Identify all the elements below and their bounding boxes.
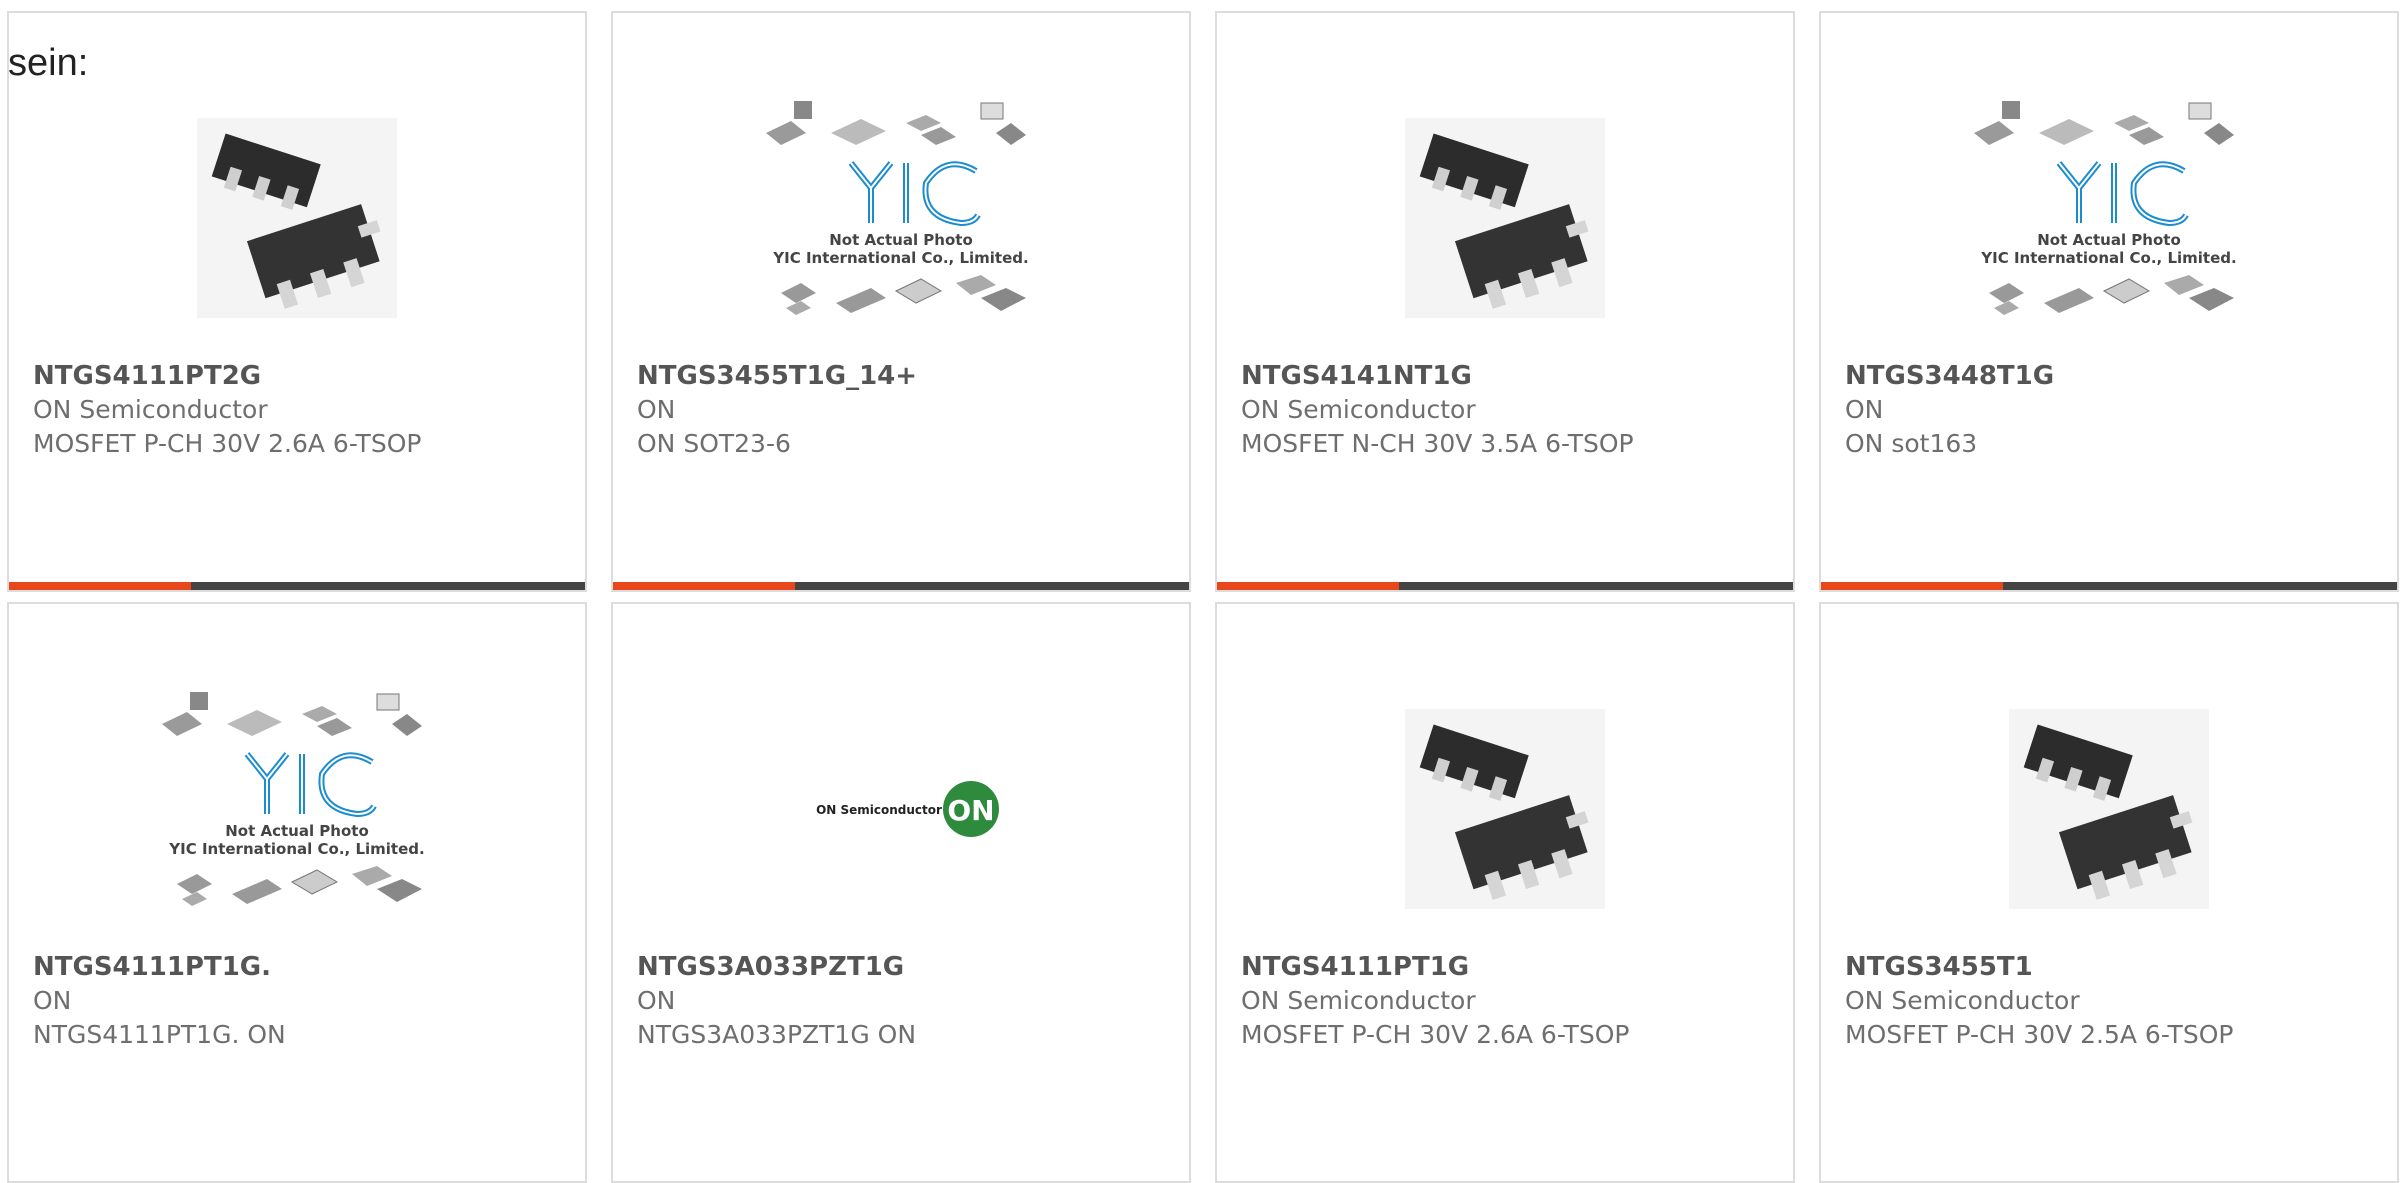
svg-text:Not Actual Photo: Not Actual Photo bbox=[829, 231, 973, 249]
product-image[interactable]: Not Actual Photo YIC International Co., … bbox=[613, 83, 1189, 353]
card-bar bbox=[1821, 582, 2397, 590]
chip-photo-icon bbox=[1405, 118, 1605, 318]
product-image[interactable] bbox=[1821, 674, 2397, 944]
on-semiconductor-logo-icon: ON Semiconductor ON bbox=[816, 781, 999, 837]
chip-photo-icon bbox=[197, 118, 397, 318]
svg-text:Not Actual Photo: Not Actual Photo bbox=[2037, 231, 2181, 249]
product-image[interactable]: Not Actual Photo YIC International Co., … bbox=[1821, 83, 2397, 353]
description: ON sot163 bbox=[1845, 429, 1978, 458]
manufacturer: ON Semiconductor bbox=[1241, 986, 1476, 1015]
chip-photo-icon bbox=[1405, 709, 1605, 909]
product-card[interactable]: NTGS4111PT1G ON Semiconductor MOSFET P-C… bbox=[1215, 602, 1795, 1183]
description: ON SOT23-6 bbox=[637, 429, 791, 458]
description: MOSFET P-CH 30V 2.6A 6-TSOP bbox=[1241, 1020, 1630, 1049]
card-bar bbox=[613, 582, 1189, 590]
part-number[interactable]: NTGS3455T1 bbox=[1845, 950, 2377, 984]
product-image[interactable]: ON Semiconductor ON bbox=[613, 674, 1189, 944]
product-card[interactable]: Not Actual Photo YIC International Co., … bbox=[611, 11, 1191, 592]
part-number[interactable]: NTGS4111PT1G. bbox=[33, 950, 565, 984]
svg-text:YIC International Co., Limited: YIC International Co., Limited. bbox=[772, 249, 1028, 267]
part-number[interactable]: NTGS3448T1G bbox=[1845, 359, 2377, 393]
card-bar bbox=[1217, 582, 1793, 590]
manufacturer: ON bbox=[637, 986, 676, 1015]
manufacturer: ON bbox=[637, 395, 676, 424]
description: NTGS3A033PZT1G ON bbox=[637, 1020, 917, 1049]
manufacturer: ON Semiconductor bbox=[33, 395, 268, 424]
manufacturer: ON bbox=[1845, 395, 1884, 424]
description: NTGS4111PT1G. ON bbox=[33, 1020, 286, 1049]
description: MOSFET P-CH 30V 2.5A 6-TSOP bbox=[1845, 1020, 2234, 1049]
intro-text: sein: bbox=[8, 42, 89, 84]
manufacturer: ON Semiconductor bbox=[1241, 395, 1476, 424]
product-card[interactable]: Not Actual Photo YIC International Co., … bbox=[1819, 11, 2399, 592]
product-card[interactable]: NTGS4111PT2G ON Semiconductor MOSFET P-C… bbox=[7, 11, 587, 592]
product-card[interactable]: NTGS3455T1 ON Semiconductor MOSFET P-CH … bbox=[1819, 602, 2399, 1183]
description: MOSFET P-CH 30V 2.6A 6-TSOP bbox=[33, 429, 422, 458]
description: MOSFET N-CH 30V 3.5A 6-TSOP bbox=[1241, 429, 1634, 458]
yic-placeholder-icon: Not Actual Photo YIC International Co., … bbox=[162, 692, 425, 906]
product-card[interactable]: Not Actual Photo YIC International Co., … bbox=[7, 602, 587, 1183]
yic-placeholder-icon: Not Actual Photo YIC International Co., … bbox=[1974, 101, 2237, 315]
svg-text:Not Actual Photo: Not Actual Photo bbox=[225, 822, 369, 840]
part-number[interactable]: NTGS3A033PZT1G bbox=[637, 950, 1169, 984]
product-image[interactable] bbox=[9, 83, 585, 353]
svg-text:ON Semiconductor: ON Semiconductor bbox=[816, 803, 942, 817]
part-number[interactable]: NTGS4111PT1G bbox=[1241, 950, 1773, 984]
card-bar bbox=[9, 582, 585, 590]
product-image[interactable] bbox=[1217, 674, 1793, 944]
part-number[interactable]: NTGS4111PT2G bbox=[33, 359, 565, 393]
manufacturer: ON Semiconductor bbox=[1845, 986, 2080, 1015]
product-card[interactable]: ON Semiconductor ON NTGS3A033PZT1G ON NT… bbox=[611, 602, 1191, 1183]
part-number[interactable]: NTGS4141NT1G bbox=[1241, 359, 1773, 393]
product-card[interactable]: NTGS4141NT1G ON Semiconductor MOSFET N-C… bbox=[1215, 11, 1795, 592]
product-image[interactable]: Not Actual Photo YIC International Co., … bbox=[9, 674, 585, 944]
chip-photo-icon bbox=[2009, 709, 2209, 909]
svg-text:YIC International Co., Limited: YIC International Co., Limited. bbox=[1980, 249, 2236, 267]
part-number[interactable]: NTGS3455T1G_14+ bbox=[637, 359, 1169, 393]
yic-placeholder-icon: Not Actual Photo YIC International Co., … bbox=[766, 101, 1029, 315]
product-image[interactable] bbox=[1217, 83, 1793, 353]
manufacturer: ON bbox=[33, 986, 72, 1015]
svg-text:YIC International Co., Limited: YIC International Co., Limited. bbox=[168, 840, 424, 858]
svg-text:ON: ON bbox=[947, 794, 994, 827]
